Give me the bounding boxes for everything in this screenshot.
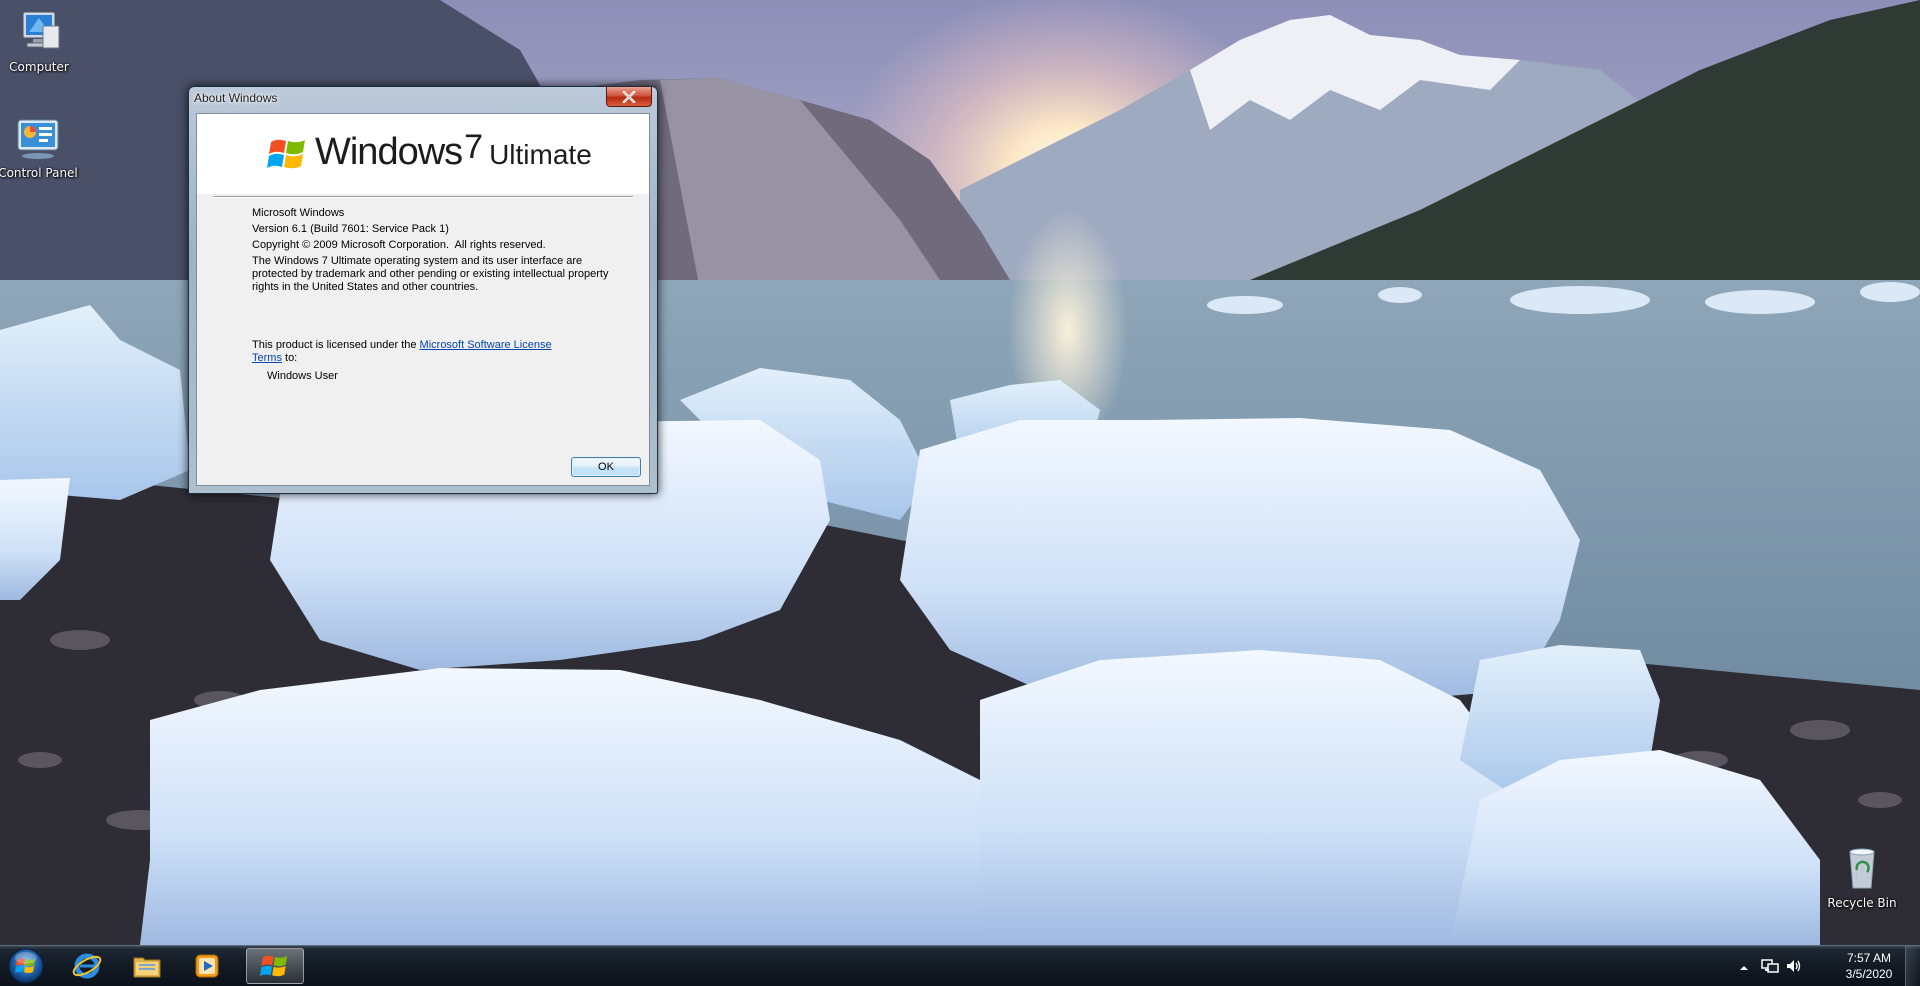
windows-banner: Windows7 Ultimate xyxy=(197,114,649,194)
tray-network[interactable] xyxy=(1761,958,1779,978)
internet-explorer-icon xyxy=(72,953,102,979)
trademark-text: The Windows 7 Ultimate operating system … xyxy=(252,255,609,293)
banner-divider xyxy=(213,196,633,198)
clock-time: 7:57 AM xyxy=(1846,951,1892,965)
control-panel-icon xyxy=(14,114,62,162)
windows-flag-logo-icon xyxy=(267,139,305,169)
media-player-icon xyxy=(195,954,219,978)
license-statement: This product is licensed under the Micro… xyxy=(252,339,552,365)
close-icon xyxy=(622,90,636,103)
taskbar-media-player[interactable] xyxy=(180,948,234,984)
start-button[interactable] xyxy=(2,946,50,986)
show-hidden-icons-button[interactable] xyxy=(1738,959,1750,978)
windows-brand-wordmark: Windows7 Ultimate xyxy=(315,128,592,174)
product-name: Microsoft Windows xyxy=(252,207,345,219)
taskbar-windows-explorer[interactable] xyxy=(120,948,174,984)
desktop-icon-recycle-bin[interactable]: Recycle Bin xyxy=(1814,844,1910,910)
about-windows-dialog: About Windows Windows7 Ultimate Microsoft… xyxy=(188,86,658,494)
brand-word: Windows xyxy=(315,131,463,173)
licensed-user: Windows User xyxy=(267,370,338,382)
desktop-icon-label: Control Panel xyxy=(0,166,78,180)
desktop-icon-label: Recycle Bin xyxy=(1827,896,1897,910)
speaker-icon xyxy=(1787,960,1801,972)
network-icon xyxy=(1761,959,1779,973)
dialog-title: About Windows xyxy=(194,91,278,105)
tray-volume[interactable] xyxy=(1785,958,1803,978)
license-prefix: This product is licensed under the xyxy=(252,339,420,351)
license-suffix: to: xyxy=(281,352,298,364)
desktop-icon-control-panel[interactable]: Control Panel xyxy=(0,114,86,180)
dialog-body: Windows7 Ultimate Microsoft Windows Versi… xyxy=(196,113,650,486)
show-desktop-button[interactable] xyxy=(1905,946,1920,986)
brand-version: 7 xyxy=(464,128,484,166)
about-windows-task-icon xyxy=(260,955,288,977)
brand-edition: Ultimate xyxy=(489,139,592,170)
computer-icon xyxy=(15,8,63,56)
windows-explorer-icon xyxy=(133,957,161,978)
dialog-close-button[interactable] xyxy=(606,87,652,107)
desktop-icon-label: Computer xyxy=(9,60,69,74)
clock-date: 3/5/2020 xyxy=(1845,967,1893,981)
chevron-up-icon xyxy=(1740,966,1748,970)
tray-clock[interactable]: 7:57 AM 3/5/2020 xyxy=(1836,950,1902,982)
start-orb-icon xyxy=(8,948,44,984)
desktop-icon-computer[interactable]: Computer xyxy=(0,8,87,74)
taskbar: 7:57 AM 3/5/2020 xyxy=(0,945,1920,986)
ok-button[interactable]: OK xyxy=(571,457,641,477)
copyright-text: Copyright © 2009 Microsoft Corporation. … xyxy=(252,239,546,251)
version-text: Version 6.1 (Build 7601: Service Pack 1) xyxy=(252,223,449,235)
taskbar-about-windows[interactable] xyxy=(246,948,304,984)
recycle-bin-icon xyxy=(1838,844,1886,892)
taskbar-internet-explorer[interactable] xyxy=(60,948,114,984)
